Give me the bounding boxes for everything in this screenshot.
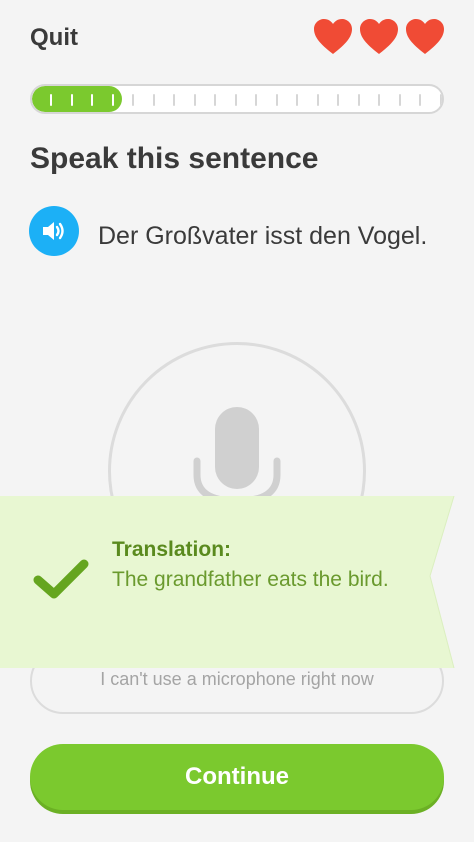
heart-icon	[314, 19, 352, 54]
quit-button[interactable]: Quit	[30, 24, 78, 52]
progress-tick	[275, 94, 278, 106]
lesson-progress-bar	[30, 84, 444, 114]
progress-tick	[398, 94, 401, 106]
translation-text: The grandfather eats the bird.	[112, 568, 389, 591]
heart-icon	[360, 19, 398, 54]
progress-tick	[255, 94, 257, 106]
progress-tick	[439, 94, 442, 106]
progress-tick	[316, 94, 319, 106]
hearts-lives	[312, 18, 446, 56]
progress-tick	[214, 94, 216, 106]
heart-icon	[406, 19, 444, 54]
continue-button[interactable]: Continue	[30, 744, 444, 810]
progress-tick	[91, 94, 93, 106]
prompt-title: Speak this sentence	[30, 142, 319, 175]
checkmark-icon	[33, 559, 89, 599]
progress-tick	[152, 94, 155, 106]
sentence-text: Der Großvater isst den Vogel.	[98, 222, 428, 250]
progress-tick	[132, 94, 134, 106]
progress-tick	[111, 94, 114, 106]
progress-tick	[234, 94, 237, 106]
progress-tick	[50, 94, 52, 106]
progress-ticks	[32, 86, 442, 112]
progress-tick	[70, 94, 73, 106]
progress-tick	[378, 94, 380, 106]
progress-tick	[193, 94, 196, 106]
progress-tick	[296, 94, 298, 106]
translation-label: Translation:	[112, 538, 232, 561]
progress-tick	[173, 94, 175, 106]
progress-tick	[419, 94, 421, 106]
progress-tick	[337, 94, 339, 106]
progress-tick	[357, 94, 360, 106]
